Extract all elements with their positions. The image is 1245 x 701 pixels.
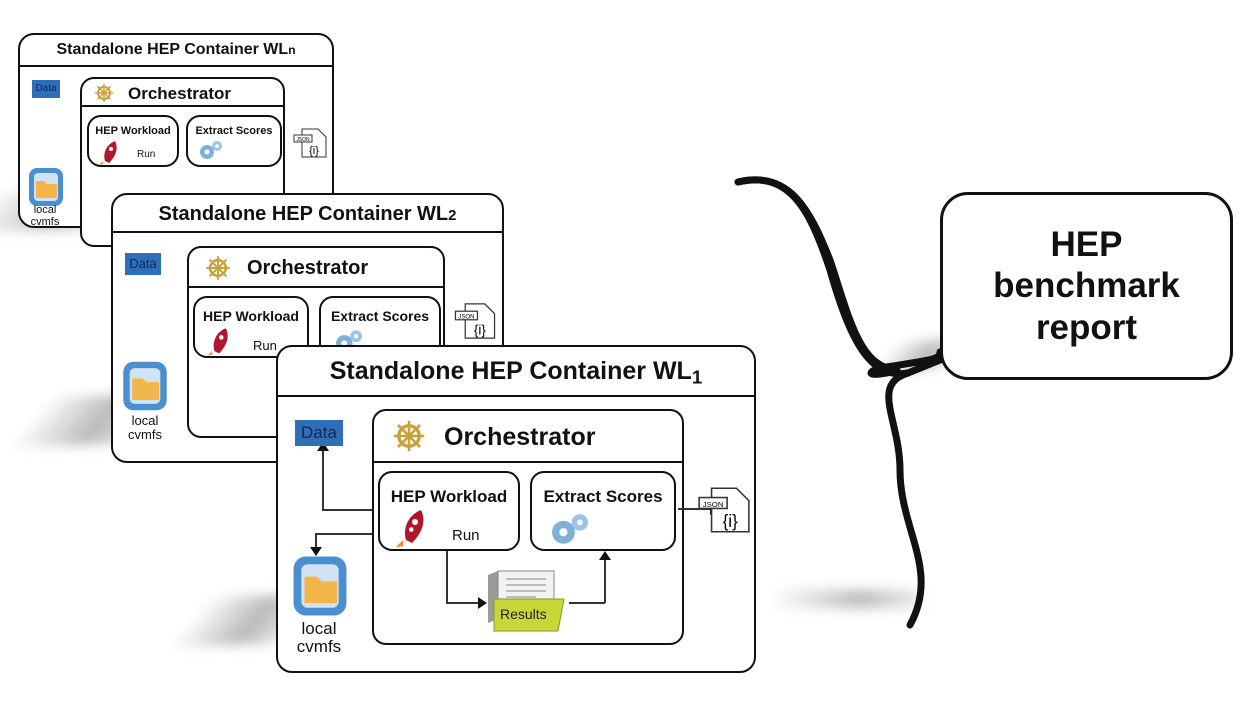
connector-line bbox=[569, 602, 605, 604]
cvmfs-label-line1: local bbox=[301, 619, 337, 638]
data-folder-icon: Data bbox=[295, 420, 343, 446]
connector-line bbox=[446, 602, 480, 604]
hep-workload-box: HEP Workload Run bbox=[87, 115, 179, 167]
results-label: Results bbox=[500, 606, 547, 622]
rocket-icon bbox=[99, 141, 117, 165]
report-line-3: report bbox=[1035, 307, 1138, 347]
rocket-icon bbox=[207, 328, 228, 356]
cvmfs-label-line1: local bbox=[33, 204, 57, 216]
extract-scores-label: Extract Scores bbox=[195, 125, 273, 137]
data-label: Data bbox=[129, 256, 157, 271]
data-folder-icon: Data bbox=[32, 80, 60, 98]
orchestrator-label: Orchestrator bbox=[247, 257, 369, 279]
extract-scores-box: Extract Scores bbox=[186, 115, 282, 167]
report-line-1: HEP bbox=[1050, 225, 1123, 265]
svg-text:{i}: {i} bbox=[309, 145, 319, 157]
connector-line bbox=[315, 533, 375, 535]
hep-workload-box: HEP Workload Run bbox=[378, 471, 520, 551]
helm-icon bbox=[393, 420, 425, 452]
svg-text:JSON: JSON bbox=[703, 500, 724, 509]
orchestrator-label: Orchestrator bbox=[444, 423, 596, 451]
data-label: Data bbox=[301, 423, 337, 442]
run-label: Run bbox=[253, 338, 277, 353]
gears-icon bbox=[200, 141, 222, 159]
rocket-icon bbox=[395, 510, 424, 548]
orchestrator-panel: Orchestrator HEP Workload Run Extract Sc… bbox=[372, 409, 684, 645]
extract-scores-box: Extract Scores bbox=[530, 471, 676, 551]
results-folder-icon bbox=[488, 570, 565, 632]
svg-text:JSON: JSON bbox=[458, 314, 474, 321]
container-title: Standalone HEP Container WL1 bbox=[278, 347, 754, 397]
container-title-subscript: n bbox=[288, 43, 296, 57]
connector-line bbox=[604, 559, 606, 603]
container-title-text: Standalone HEP Container WL bbox=[56, 41, 289, 58]
helm-icon bbox=[206, 256, 230, 280]
container-title: Standalone HEP Container WLn bbox=[20, 35, 332, 67]
cvmfs-label-line2: cvmfs bbox=[128, 426, 162, 442]
connector-line bbox=[446, 551, 448, 603]
json-file-icon: JSON {i} bbox=[454, 303, 496, 339]
container-title-text: Standalone HEP Container WL bbox=[329, 357, 692, 385]
run-label: Run bbox=[137, 149, 156, 160]
svg-text:JSON: JSON bbox=[296, 137, 310, 143]
connector-line bbox=[322, 509, 374, 511]
hep-workload-label: HEP Workload bbox=[95, 125, 171, 137]
hep-workload-label: HEP Workload bbox=[203, 308, 299, 324]
cvmfs-label-line2: cvmfs bbox=[296, 636, 342, 656]
connector-line bbox=[322, 447, 324, 510]
json-file-icon: JSON {i} bbox=[293, 128, 327, 158]
cvmfs-drive-icon bbox=[123, 361, 167, 411]
container-title-text: Standalone HEP Container WL bbox=[158, 203, 449, 225]
extract-scores-label: Extract Scores bbox=[543, 487, 663, 506]
cvmfs-label: local cvmfs bbox=[284, 620, 354, 656]
svg-text:{i}: {i} bbox=[474, 322, 486, 337]
hep-workload-label: HEP Workload bbox=[390, 487, 508, 506]
curly-brace-icon bbox=[734, 176, 949, 629]
cvmfs-label-line1: local bbox=[131, 413, 159, 428]
cvmfs-drive-icon bbox=[29, 168, 63, 206]
extract-scores-label: Extract Scores bbox=[330, 308, 430, 324]
run-label: Run bbox=[452, 527, 480, 544]
container-title-subscript: 1 bbox=[691, 366, 703, 388]
container-title-subscript: 2 bbox=[448, 207, 457, 224]
arrow-up-icon bbox=[599, 551, 611, 560]
cvmfs-drive-icon bbox=[293, 556, 347, 616]
gears-icon bbox=[552, 514, 588, 544]
cvmfs-label: local cvmfs bbox=[20, 204, 70, 228]
hep-benchmark-report-box: HEP benchmark report bbox=[940, 192, 1233, 380]
container-title: Standalone HEP Container WL2 bbox=[113, 195, 502, 233]
helm-icon bbox=[95, 84, 113, 102]
data-label: Data bbox=[35, 83, 57, 94]
data-folder-icon: Data bbox=[125, 253, 161, 275]
container-wl-1: Standalone HEP Container WL1 Data local … bbox=[276, 345, 756, 673]
report-line-2: benchmark bbox=[993, 266, 1180, 306]
cvmfs-label: local cvmfs bbox=[115, 414, 175, 441]
cvmfs-label-line2: cvmfs bbox=[30, 215, 60, 228]
orchestrator-label: Orchestrator bbox=[128, 84, 231, 103]
